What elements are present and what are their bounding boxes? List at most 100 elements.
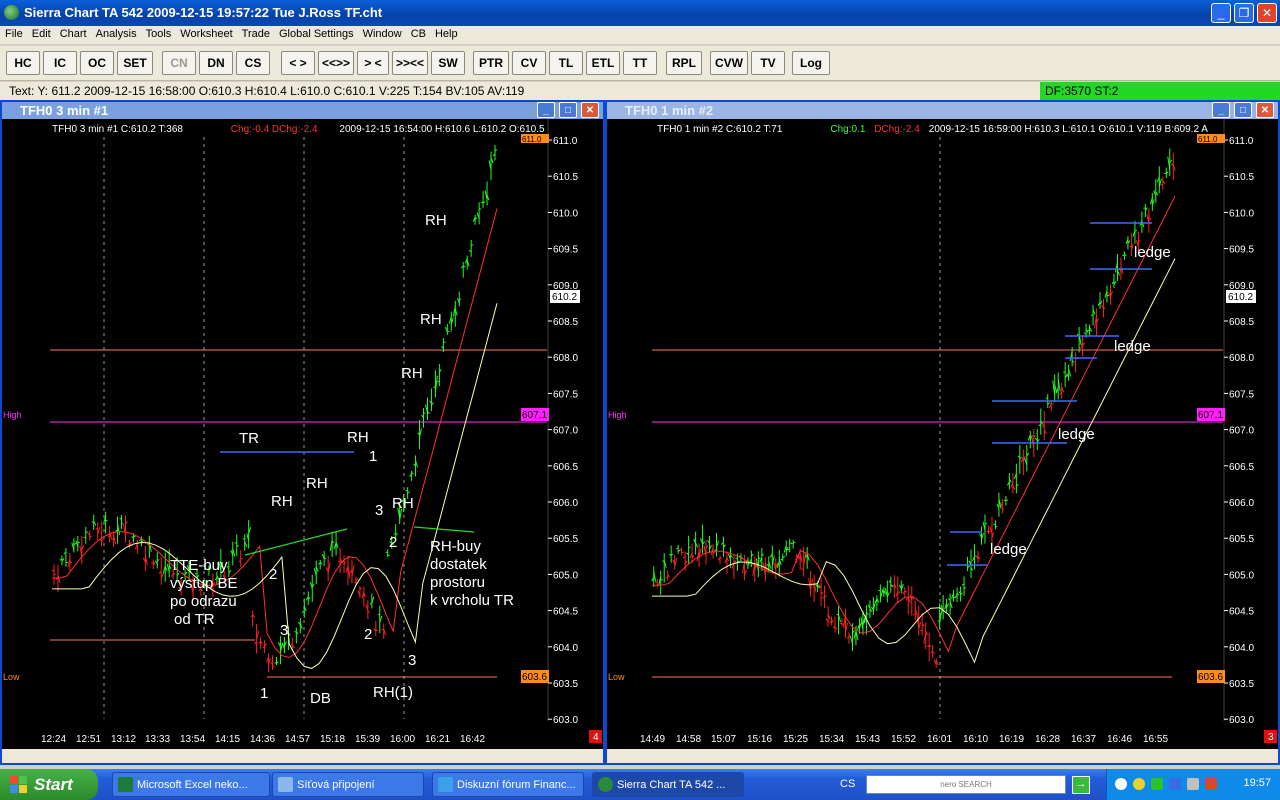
minimize-button[interactable]: _ xyxy=(1211,3,1231,23)
price-bar-open xyxy=(1073,363,1076,365)
menu-cb[interactable]: CB xyxy=(406,26,430,40)
price-chart-1min[interactable]: TFH0 1 min #2 C:610.2 T:71 Chg:0.1 DChg:-2… xyxy=(607,119,1278,751)
price-bar-close xyxy=(272,665,275,668)
y-tick-label: 608.5 xyxy=(1229,317,1254,328)
chart-minimize-button[interactable]: _ xyxy=(537,102,555,118)
x-tick-label: 15:16 xyxy=(747,734,772,745)
tray-app-icon[interactable] xyxy=(1151,778,1163,790)
menu-help[interactable]: Help xyxy=(430,26,462,40)
menu-chart[interactable]: Chart xyxy=(55,26,91,40)
chart-annotation: k vrcholu TR xyxy=(430,592,514,609)
dn-button[interactable]: DN xyxy=(199,51,233,75)
chart-maximize-button[interactable]: □ xyxy=(559,102,577,118)
task-browser[interactable]: Diskuzní fórum Financ... xyxy=(432,772,584,797)
info-text: DChg:-2.4 xyxy=(874,124,920,135)
oc-button[interactable]: OC xyxy=(80,51,114,75)
price-bar-close xyxy=(1005,499,1009,501)
chart-annotation: dostatek xyxy=(430,556,487,573)
task-network[interactable]: Síťová připojení xyxy=(272,772,424,797)
set-button[interactable]: SET xyxy=(117,51,153,75)
horizontal-scrollbar[interactable] xyxy=(2,749,603,763)
ptr-button[interactable]: PTR xyxy=(473,51,509,75)
fit-button[interactable]: >><< xyxy=(392,51,428,75)
moving-average-yellow xyxy=(52,303,498,669)
excel-icon xyxy=(118,777,133,792)
task-sierra-chart[interactable]: Sierra Chart TA 542 ... xyxy=(592,772,744,797)
tray-arrow-icon[interactable] xyxy=(1115,778,1127,790)
price-bar-open xyxy=(262,646,265,649)
tt-button[interactable]: TT xyxy=(623,51,657,75)
price-chart-3min[interactable]: TFH0 3 min #1 C:610.2 T:368 Chg:-0.4 DChg… xyxy=(2,119,603,751)
chart-annotation: ledge xyxy=(1134,244,1171,261)
etl-button[interactable]: ETL xyxy=(586,51,620,75)
x-tick-label: 16:00 xyxy=(390,734,415,745)
chart-close-button[interactable]: ✕ xyxy=(581,102,599,118)
cvw-button[interactable]: CVW xyxy=(710,51,748,75)
price-tag: 610.2 xyxy=(552,292,577,303)
chart-maximize-button[interactable]: □ xyxy=(1234,102,1252,118)
price-bar-open xyxy=(1087,329,1090,332)
y-tick-label: 607.5 xyxy=(553,389,578,400)
bluetooth-icon[interactable] xyxy=(1169,778,1181,790)
ic-button[interactable]: IC xyxy=(43,51,77,75)
tl-button[interactable]: TL xyxy=(549,51,583,75)
expand-button[interactable]: <<>> xyxy=(318,51,354,75)
horizontal-scrollbar[interactable] xyxy=(607,749,1278,763)
chart-annotation: 2 xyxy=(364,626,372,643)
tray-app-icon[interactable] xyxy=(1133,778,1145,790)
cv-button[interactable]: CV xyxy=(512,51,546,75)
chart-minimize-button[interactable]: _ xyxy=(1212,102,1230,118)
cn-button[interactable]: CN xyxy=(162,51,196,75)
sw-button[interactable]: SW xyxy=(431,51,465,75)
chart-window-3min[interactable]: TFH0 3 min #1 _ □ ✕ TFH0 3 min #1 C:610.… xyxy=(0,100,605,765)
price-bar-open xyxy=(353,581,357,584)
taskbar: Start Microsoft Excel neko... Síťová při… xyxy=(0,769,1280,800)
menu-edit[interactable]: Edit xyxy=(27,26,55,40)
rpl-button[interactable]: RPL xyxy=(666,51,702,75)
chart-annotation: TR xyxy=(239,430,259,447)
menu-trade[interactable]: Trade xyxy=(237,26,274,40)
nero-search-box[interactable]: nero SEARCH xyxy=(866,775,1066,794)
chart-annotation: 3 xyxy=(408,652,416,669)
hc-button[interactable]: HC xyxy=(6,51,40,75)
language-indicator[interactable]: CS xyxy=(840,778,855,790)
start-button[interactable]: Start xyxy=(0,769,98,800)
go-arrow-icon[interactable]: → xyxy=(1072,776,1090,794)
log-button[interactable]: Log xyxy=(792,51,830,75)
close-button[interactable]: ✕ xyxy=(1257,3,1277,23)
x-tick-label: 15:25 xyxy=(783,734,808,745)
chart-title-bar: TFH0 3 min #1 _ □ ✕ xyxy=(2,102,603,119)
cs-button[interactable]: CS xyxy=(236,51,270,75)
x-tick-label: 15:34 xyxy=(819,734,844,745)
menu-window[interactable]: Window xyxy=(358,26,406,40)
x-tick-label: 16:55 xyxy=(1143,734,1168,745)
y-tick-label: 611.0 xyxy=(553,136,578,147)
menu-analysis[interactable]: Analysis xyxy=(91,26,141,40)
security-icon[interactable] xyxy=(1205,778,1217,790)
compress-button[interactable]: > < xyxy=(357,51,389,75)
scroll-both-button[interactable]: < > xyxy=(281,51,315,75)
corner-badge: 4 xyxy=(593,732,599,743)
x-tick-label: 14:58 xyxy=(676,734,701,745)
x-tick-label: 13:12 xyxy=(111,734,136,745)
menu-global-settings[interactable]: Global Settings xyxy=(274,26,358,40)
chart-window-1min[interactable]: TFH0 1 min #2 _ □ ✕ TFH0 1 min #2 C:610.… xyxy=(605,100,1280,765)
menu-tools[interactable]: Tools xyxy=(141,26,176,40)
maximize-button[interactable]: ❐ xyxy=(1234,3,1254,23)
tv-button[interactable]: TV xyxy=(751,51,785,75)
network-icon xyxy=(278,777,293,792)
task-label: Microsoft Excel neko... xyxy=(137,779,248,791)
chart-close-button[interactable]: ✕ xyxy=(1256,102,1274,118)
menu-file[interactable]: File xyxy=(0,26,27,40)
low-label: Low xyxy=(3,672,20,682)
price-bar-open xyxy=(274,662,277,664)
volume-icon[interactable] xyxy=(1187,778,1199,790)
menu-worksheet[interactable]: Worksheet xyxy=(175,26,236,40)
task-excel[interactable]: Microsoft Excel neko... xyxy=(112,772,270,797)
info-text: 2009-12-15 16:54:00 H:610.6 L:610.2 O:61… xyxy=(339,124,545,135)
chart-annotation: RH xyxy=(420,311,442,328)
df-indicator: DF:3570 ST:2 xyxy=(1040,82,1280,100)
app-icon[interactable] xyxy=(4,5,19,20)
moving-average-red xyxy=(652,195,1176,653)
high-tag: 607.1 xyxy=(1198,410,1223,421)
